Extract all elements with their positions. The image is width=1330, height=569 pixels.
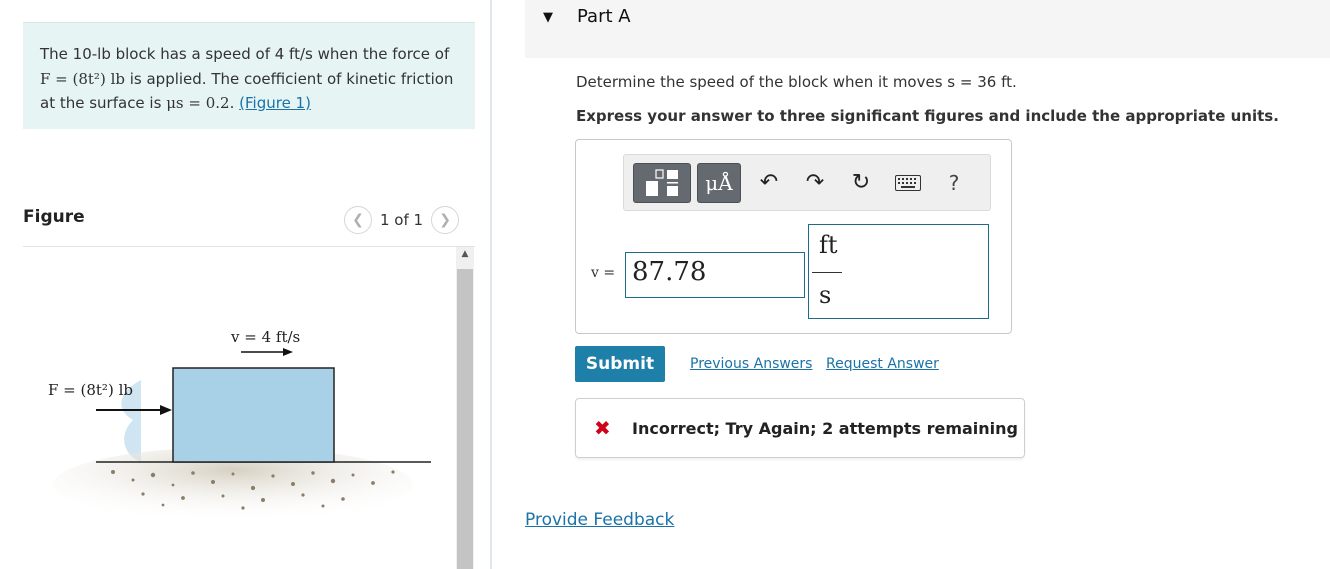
unit-denominator: s [819,281,832,309]
submit-button[interactable]: Submit [575,346,665,382]
instruction-text: Express your answer to three significant… [576,107,1279,125]
panel-divider [490,0,492,569]
scrollbar-thumb[interactable] [457,269,473,569]
variable-label: v = [591,265,616,281]
force-label: F = (8t²) lb [48,381,133,399]
fraction-bar [812,272,842,273]
help-button[interactable]: ? [940,169,968,197]
units-button[interactable]: μÅ [697,163,741,203]
undo-icon[interactable]: ↶ [755,169,783,197]
block [172,367,335,463]
figure-diagram: v = 4 ft/s F = (8t²) lb [48,328,431,523]
figure-pager: ❮ 1 of 1 ❯ [344,206,460,234]
force-arrowhead [160,405,172,415]
next-figure-button[interactable]: ❯ [431,206,460,234]
incorrect-x-icon: ✖ [594,416,611,440]
problem-text-1: The 10-lb block has a speed of 4 ft/s wh… [40,45,450,63]
part-header[interactable]: ▼ Part A [525,0,1330,58]
pager-count: 1 of 1 [380,211,424,229]
math-toolbar: μÅ ↶ ↷ ↻ ? [623,154,991,211]
answer-value-input[interactable]: 87.78 [625,252,805,298]
question-text: Determine the speed of the block when it… [576,73,1017,91]
chevron-left-icon: ❮ [352,212,364,228]
unit-numerator: ft [819,231,838,259]
keyboard-icon[interactable] [894,169,922,197]
figure-divider [23,246,475,247]
redo-icon[interactable]: ↷ [801,169,829,197]
feedback-message-box: ✖ Incorrect; Try Again; 2 attempts remai… [575,398,1025,458]
problem-text-3: . [229,94,240,112]
previous-answers-link[interactable]: Previous Answers [690,356,812,372]
chevron-right-icon: ❯ [439,212,451,228]
reset-icon[interactable]: ↻ [847,169,875,197]
templates-button[interactable] [633,163,691,203]
feedback-message: Incorrect; Try Again; 2 attempts remaini… [632,419,1019,438]
provide-feedback-link[interactable]: Provide Feedback [525,510,674,530]
force-expression: F = (8t²) lb [40,69,125,88]
velocity-label: v = 4 ft/s [230,328,300,346]
unit-input[interactable]: ft s [808,224,989,319]
scroll-up-icon[interactable]: ▲ [456,249,474,259]
part-label: Part A [577,6,631,27]
figure-scrollbar[interactable]: ▲ [456,247,474,569]
friction-expression: μs = 0.2 [166,94,230,112]
problem-statement: The 10-lb block has a speed of 4 ft/s wh… [23,22,475,129]
request-answer-link[interactable]: Request Answer [826,356,939,372]
prev-figure-button[interactable]: ❮ [344,206,372,234]
velocity-arrowhead [283,348,293,356]
collapse-triangle-icon[interactable]: ▼ [543,10,553,25]
figure-title: Figure [23,207,85,227]
templates-icon [646,169,678,196]
figure-link[interactable]: (Figure 1) [239,94,311,112]
